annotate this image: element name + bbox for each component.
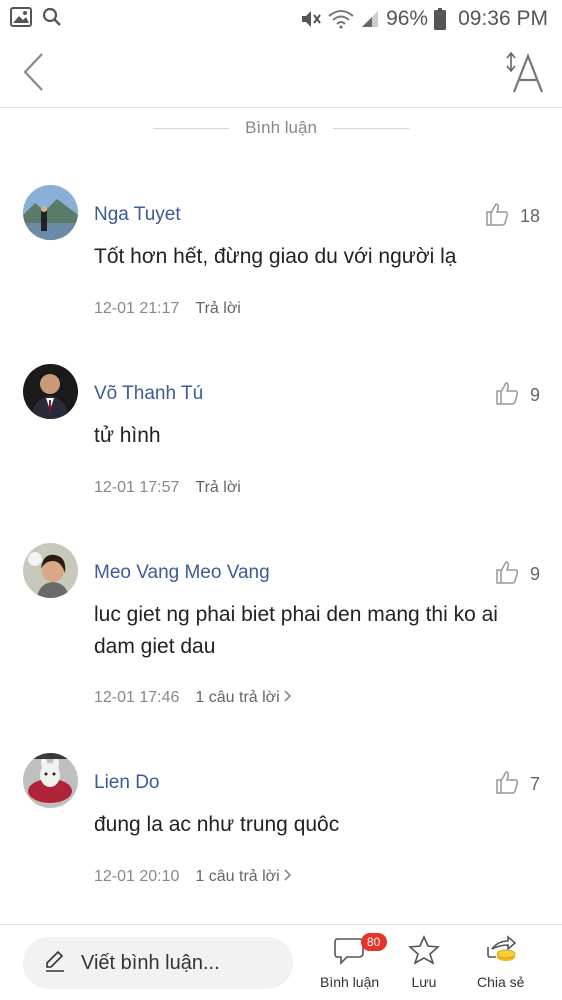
- comment-date: 12-01 21:17: [94, 300, 180, 317]
- bottom-bar: Viết bình luận... 80 Bình luận Lưu Chia …: [0, 924, 562, 1000]
- status-bar: 96% 09:36 PM: [0, 0, 562, 38]
- share-label: Chia sẻ: [477, 974, 525, 990]
- comments-button[interactable]: 80 Bình luận: [320, 933, 387, 990]
- top-bar: [0, 38, 562, 108]
- comment-meta: 12-01 17:46 1 câu trả lời: [94, 689, 292, 707]
- view-replies-button[interactable]: 1 câu trả lời: [195, 689, 291, 707]
- image-icon: [10, 6, 32, 32]
- like-count: 18: [519, 206, 540, 226]
- comment-author[interactable]: Võ Thanh Tú: [94, 383, 203, 405]
- comment-date: 12-01 17:57: [94, 479, 180, 496]
- like-button[interactable]: 9: [494, 559, 540, 590]
- search-icon: [42, 7, 62, 32]
- avatar[interactable]: [23, 185, 78, 240]
- comment-bubble-icon: 80: [333, 933, 387, 970]
- avatar[interactable]: [23, 543, 78, 598]
- signal-icon: [360, 9, 380, 29]
- comment-author[interactable]: Meo Vang Meo Vang: [94, 562, 270, 584]
- divider: [332, 127, 409, 129]
- section-title-label: Bình luận: [245, 118, 317, 137]
- font-size-button[interactable]: [504, 50, 544, 96]
- divider: [153, 127, 230, 129]
- write-comment-input[interactable]: Viết bình luận...: [23, 937, 293, 989]
- text-size-icon: [504, 51, 544, 100]
- comments-label: Bình luận: [320, 974, 380, 990]
- comment-date: 12-01 20:10: [94, 868, 180, 885]
- comment-text: đung la ac như trung quôc: [94, 813, 340, 836]
- clock: 09:36 PM: [458, 7, 548, 30]
- chevron-right-icon: [284, 868, 292, 886]
- view-replies-button[interactable]: 1 câu trả lời: [195, 868, 291, 886]
- like-count: 7: [529, 774, 540, 794]
- thumbs-up-icon: [494, 559, 520, 590]
- like-count: 9: [529, 564, 540, 584]
- comment-text: Tốt hơn hết, đừng giao du với người lạ: [94, 245, 457, 268]
- mute-icon: [300, 9, 322, 29]
- thumbs-up-icon: [484, 201, 510, 232]
- chevron-left-icon: [22, 52, 44, 97]
- reply-label: Trả lời: [195, 479, 241, 496]
- reply-label: 1 câu trả lời: [195, 868, 280, 885]
- comment-meta: 12-01 17:57 Trả lời: [94, 479, 241, 497]
- like-button[interactable]: 7: [494, 769, 540, 800]
- comment-text: luc giet ng phai biet phai den mang thi …: [94, 603, 498, 658]
- star-icon: [408, 935, 440, 970]
- write-comment-placeholder: Viết bình luận...: [81, 951, 220, 974]
- reply-button[interactable]: Trả lời: [195, 300, 240, 318]
- avatar[interactable]: [23, 753, 78, 808]
- section-title: Bình luận: [0, 118, 562, 138]
- chevron-right-icon: [284, 689, 292, 707]
- comment-meta: 12-01 20:10 1 câu trả lời: [94, 868, 292, 886]
- comment-author[interactable]: Nga Tuyet: [94, 204, 181, 226]
- reply-label: 1 câu trả lời: [195, 689, 280, 706]
- wifi-icon: [328, 9, 354, 29]
- back-button[interactable]: [16, 52, 50, 96]
- comment-meta: 12-01 21:17 Trả lời: [94, 300, 241, 318]
- like-button[interactable]: 18: [484, 201, 540, 232]
- battery-icon: [434, 8, 447, 30]
- like-button[interactable]: 9: [494, 380, 540, 411]
- comment-date: 12-01 17:46: [94, 689, 180, 706]
- reply-button[interactable]: Trả lời: [195, 479, 240, 497]
- comment-author[interactable]: Lien Do: [94, 772, 160, 794]
- like-count: 9: [529, 385, 540, 405]
- avatar[interactable]: [23, 364, 78, 419]
- save-label: Lưu: [411, 974, 437, 990]
- share-coin-icon: [484, 935, 518, 970]
- comment-text: tử hình: [94, 424, 161, 447]
- reply-label: Trả lời: [195, 300, 241, 317]
- thumbs-up-icon: [494, 380, 520, 411]
- battery-level: 96%: [386, 7, 429, 30]
- thumbs-up-icon: [494, 769, 520, 800]
- share-button[interactable]: Chia sẻ: [477, 935, 524, 990]
- comments-badge: 80: [360, 933, 387, 951]
- save-button[interactable]: Lưu: [408, 935, 440, 990]
- pencil-icon: [43, 949, 67, 978]
